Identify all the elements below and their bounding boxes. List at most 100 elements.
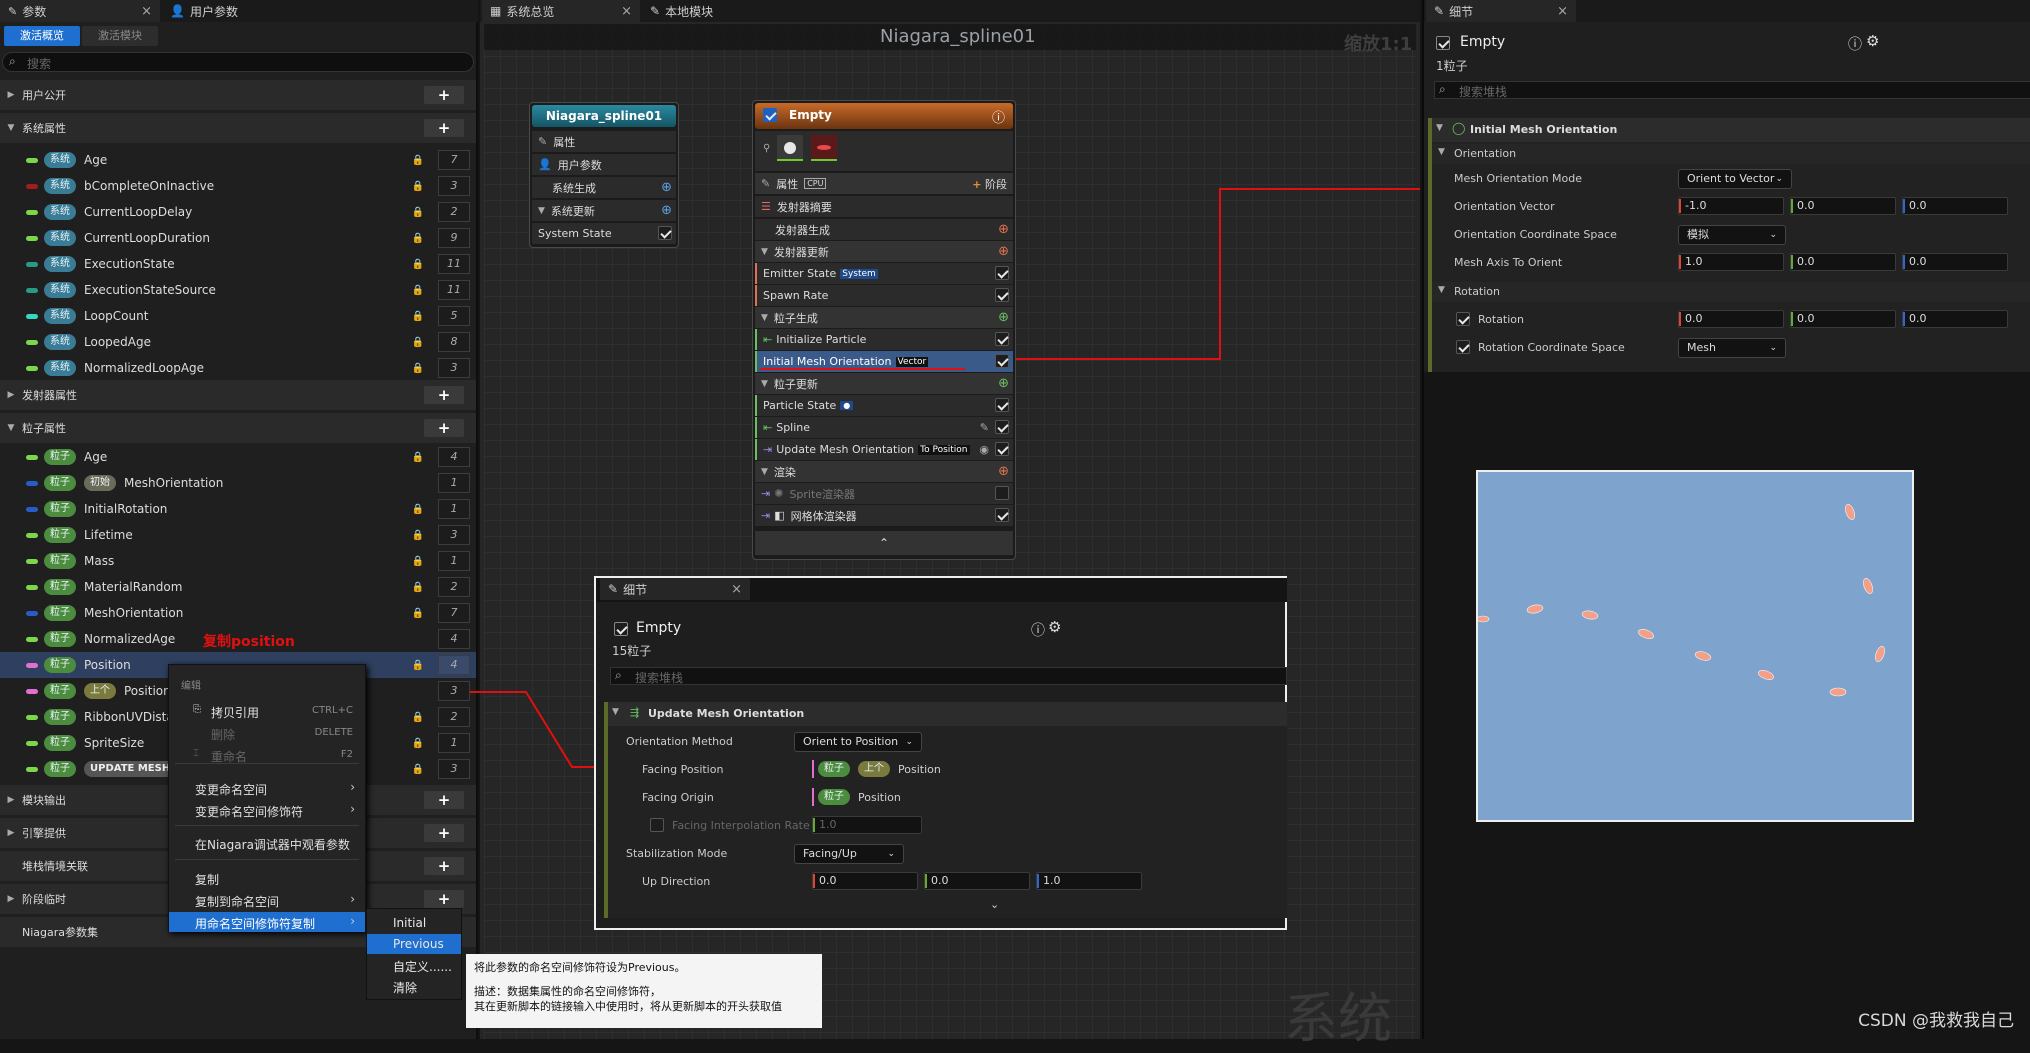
orientation-vector-x[interactable]: -1.0 bbox=[1678, 197, 1784, 215]
update-mesh-orientation-row[interactable]: ⇥ Update Mesh Orientation To Position ◉ bbox=[755, 439, 1013, 460]
enable-checkbox[interactable] bbox=[995, 332, 1009, 346]
param-row[interactable]: 系统 bCompleteOnInactive 🔒 3 bbox=[0, 173, 476, 199]
param-row[interactable]: 粒子 MaterialRandom 🔒 2 bbox=[0, 574, 476, 600]
add-button[interactable]: + bbox=[424, 857, 464, 875]
add-button[interactable]: + bbox=[424, 86, 464, 104]
param-row[interactable]: 系统 NormalizedLoopAge 🔒 3 bbox=[0, 355, 476, 381]
sprite-thumbnail[interactable] bbox=[777, 135, 803, 161]
particle-spawn-row[interactable]: ▼ 粒子生成 ⊕ bbox=[755, 307, 1013, 328]
tab-local-module[interactable]: ✎ 本地模块 bbox=[642, 0, 782, 22]
node-row-properties[interactable]: ✎ 属性 bbox=[532, 131, 676, 152]
tab-details[interactable]: ✎ 细节 × bbox=[1426, 0, 1576, 22]
submenu-item[interactable]: Previous bbox=[367, 934, 461, 954]
add-circle-icon[interactable]: ⊕ bbox=[998, 464, 1009, 479]
orientation-group[interactable]: ▼ Orientation bbox=[1432, 144, 2030, 164]
close-icon[interactable]: × bbox=[621, 4, 632, 19]
coord-space-dropdown[interactable]: 模拟 ⌄ bbox=[1678, 225, 1786, 245]
emitter-update-row[interactable]: ▼ 发射器更新 ⊕ bbox=[755, 241, 1013, 262]
param-row[interactable]: 系统 CurrentLoopDelay 🔒 2 bbox=[0, 199, 476, 225]
edit-icon[interactable]: ✎ bbox=[980, 421, 989, 434]
subtab-active-overview[interactable]: 激活概览 bbox=[4, 26, 80, 46]
collapse-node-button[interactable]: ⌃ bbox=[755, 531, 1013, 555]
duplicate-item[interactable]: 复制 bbox=[169, 868, 365, 888]
eye-icon[interactable]: ◉ bbox=[979, 443, 989, 456]
param-row[interactable]: 粒子 初始 MeshOrientation 1 bbox=[0, 470, 476, 496]
enable-checkbox[interactable] bbox=[995, 508, 1009, 522]
facing-interp-checkbox[interactable] bbox=[650, 818, 664, 832]
add-button[interactable]: + bbox=[424, 890, 464, 908]
add-button[interactable]: + bbox=[424, 386, 464, 404]
duplicate-to-namespace-item[interactable]: 复制到命名空间 › bbox=[169, 890, 365, 910]
close-icon[interactable]: × bbox=[731, 582, 742, 597]
facing-origin-value[interactable]: 粒子 Position bbox=[812, 788, 901, 806]
facing-position-value[interactable]: 粒子 上个 Position bbox=[812, 760, 941, 778]
add-button[interactable]: + bbox=[424, 791, 464, 809]
param-row[interactable]: 系统 ExecutionStateSource 🔒 11 bbox=[0, 277, 476, 303]
param-row[interactable]: 粒子 InitialRotation 🔒 1 bbox=[0, 496, 476, 522]
emitter-enable-checkbox[interactable] bbox=[763, 108, 777, 122]
change-namespace-item[interactable]: 变更命名空间 › bbox=[169, 778, 365, 798]
rotation-space-dropdown[interactable]: Mesh ⌄ bbox=[1678, 338, 1786, 358]
emitter-spawn-row[interactable]: 发射器生成 ⊕ bbox=[755, 219, 1013, 240]
facing-interp-field[interactable]: 1.0 bbox=[812, 816, 922, 834]
duplicate-with-modifier-item[interactable]: 用命名空间修饰符复制 › bbox=[169, 912, 365, 932]
preview-viewport[interactable] bbox=[1476, 470, 1914, 822]
info-icon[interactable]: ⓘ bbox=[992, 107, 1005, 126]
watch-in-debugger-item[interactable]: 在Niagara调试器中观看参数 bbox=[169, 833, 365, 853]
mesh-axis-y[interactable]: 0.0 bbox=[1790, 253, 1896, 271]
gear-icon[interactable]: ⚙ bbox=[1048, 618, 1061, 636]
emitter-properties-row[interactable]: ✎ 属性 CPU + 阶段 bbox=[755, 173, 1013, 194]
emitter-enable-checkbox[interactable] bbox=[614, 622, 628, 636]
rotation-z[interactable]: 0.0 bbox=[1902, 310, 2008, 328]
param-row[interactable]: 系统 LoopedAge 🔒 8 bbox=[0, 329, 476, 355]
mesh-renderer-row[interactable]: ⇥ ◧ 网格体渲染器 bbox=[755, 505, 1013, 526]
stabilization-dropdown[interactable]: Facing/Up ⌄ bbox=[794, 844, 904, 864]
expand-more-icon[interactable]: ⌄ bbox=[990, 898, 999, 911]
rotation-space-checkbox[interactable] bbox=[1456, 340, 1470, 354]
node-row-user-params[interactable]: 👤 用户参数 bbox=[532, 154, 676, 175]
enable-checkbox[interactable] bbox=[995, 354, 1009, 368]
mesh-axis-x[interactable]: 1.0 bbox=[1678, 253, 1784, 271]
module-header[interactable]: ▼ ◯ Initial Mesh Orientation bbox=[1432, 118, 2030, 142]
enable-checkbox[interactable] bbox=[995, 266, 1009, 280]
param-row[interactable]: 粒子 Mass 🔒 1 bbox=[0, 548, 476, 574]
render-row[interactable]: ▼ 渲染 ⊕ bbox=[755, 461, 1013, 482]
subtab-active-modules[interactable]: 激活模块 bbox=[82, 26, 158, 46]
stack-search-input[interactable]: ⌕ 搜索堆栈 bbox=[1434, 81, 2030, 99]
up-direction-x[interactable]: 0.0 bbox=[812, 872, 918, 890]
particle-state-row[interactable]: Particle State ● bbox=[755, 395, 1013, 416]
mesh-orientation-mode-dropdown[interactable]: Orient to Vector ⌄ bbox=[1678, 169, 1792, 189]
add-circle-icon[interactable]: ⊕ bbox=[998, 222, 1009, 237]
add-button[interactable]: + bbox=[424, 119, 464, 137]
mesh-axis-z[interactable]: 0.0 bbox=[1902, 253, 2008, 271]
module-header[interactable]: ▼ ⇶ Update Mesh Orientation bbox=[608, 702, 1287, 726]
rename-item[interactable]: ⌶ 重命名 F2 bbox=[169, 745, 365, 765]
enable-checkbox[interactable] bbox=[995, 486, 1009, 500]
param-row[interactable]: 系统 CurrentLoopDuration 🔒 9 bbox=[0, 225, 476, 251]
sprite-renderer-row[interactable]: ⇥ ✺ Sprite渲染器 bbox=[755, 483, 1013, 504]
gear-icon[interactable]: ⚙ bbox=[1866, 32, 1879, 50]
system-node[interactable]: Niagara_spline01 ✎ 属性 👤 用户参数 系统生成 ⊕ ▼ 系统更新 ⊕ … bbox=[529, 102, 679, 248]
rotation-x[interactable]: 0.0 bbox=[1678, 310, 1784, 328]
submenu-item[interactable]: 自定义...... bbox=[367, 955, 461, 975]
rotation-checkbox[interactable] bbox=[1456, 312, 1470, 326]
spawn-rate-row[interactable]: Spawn Rate bbox=[755, 285, 1013, 306]
particle-update-row[interactable]: ▼ 粒子更新 ⊕ bbox=[755, 373, 1013, 394]
submenu-item[interactable]: 清除 bbox=[367, 976, 461, 996]
emitter-state-row[interactable]: Emitter State System bbox=[755, 263, 1013, 284]
copy-reference-item[interactable]: ⎘ 拷贝引用 CTRL+C bbox=[169, 701, 365, 721]
orientation-method-dropdown[interactable]: Orient to Position ⌄ bbox=[794, 732, 922, 752]
param-row[interactable]: 系统 Age 🔒 7 bbox=[0, 147, 476, 173]
tab-details[interactable]: ✎ 细节 × bbox=[600, 578, 750, 600]
add-circle-icon[interactable]: ⊕ bbox=[998, 310, 1009, 325]
emitter-summary-row[interactable]: ☰ 发射器摘要 bbox=[755, 196, 1013, 217]
enable-checkbox[interactable] bbox=[995, 288, 1009, 302]
section-particle-attributes[interactable]: ▼ 粒子属性 + bbox=[0, 413, 476, 443]
enable-checkbox[interactable] bbox=[658, 226, 672, 240]
delete-item[interactable]: 删除 DELETE bbox=[169, 723, 365, 743]
node-row-system-spawn[interactable]: 系统生成 ⊕ bbox=[532, 177, 676, 198]
info-icon[interactable]: ⓘ bbox=[1031, 620, 1045, 640]
param-row[interactable]: 系统 ExecutionState 🔒 11 bbox=[0, 251, 476, 277]
enable-checkbox[interactable] bbox=[995, 398, 1009, 412]
up-direction-z[interactable]: 1.0 bbox=[1036, 872, 1142, 890]
